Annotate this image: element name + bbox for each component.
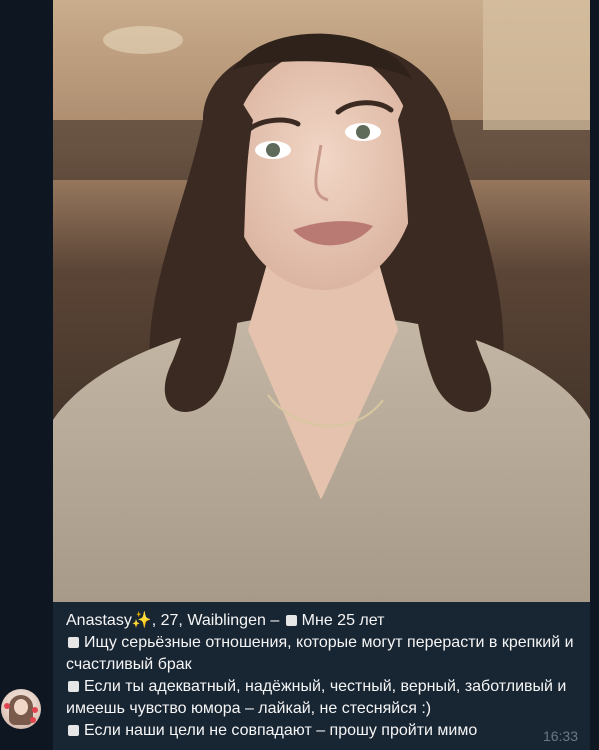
caption-line-3: Если ты адекватный, надёжный, честный, в… xyxy=(66,676,578,720)
message-photo[interactable] xyxy=(53,0,590,602)
caption-item-pass: Если наши цели не совпадают – прошу прой… xyxy=(84,722,478,739)
caption-line-1: Anastasy✨, 27, Waiblingen – Мне 25 лет xyxy=(66,610,578,632)
caption-line-4: Если наши цели не совпадают – прошу прой… xyxy=(66,720,578,742)
caption-line-2: Ищу серьёзные отношения, которые могут п… xyxy=(66,632,578,676)
caption-item-wish: Если ты адекватный, надёжный, честный, в… xyxy=(66,678,567,717)
heart-icon xyxy=(4,703,10,709)
bullet-icon xyxy=(68,637,79,648)
sparkle-icon: ✨ xyxy=(131,612,152,629)
bullet-icon xyxy=(68,681,79,692)
message-caption: Anastasy✨, 27, Waiblingen – Мне 25 лет И… xyxy=(66,610,578,742)
avatar-face xyxy=(14,699,28,715)
portrait-image xyxy=(53,0,590,602)
bullet-icon xyxy=(68,725,79,736)
message-time: 16:33 xyxy=(542,728,578,744)
heart-icon xyxy=(30,717,36,723)
caption-item-goal: Ищу серьёзные отношения, которые могут п… xyxy=(66,634,574,673)
sender-avatar[interactable] xyxy=(1,689,41,729)
bullet-icon xyxy=(285,615,297,626)
heart-icon xyxy=(32,707,38,713)
message-bubble[interactable]: Anastasy✨, 27, Waiblingen – Мне 25 лет И… xyxy=(53,0,590,750)
age-city: , 27, Waiblingen – xyxy=(151,612,280,629)
caption-item-age: Мне 25 лет xyxy=(301,612,385,629)
sender-name: Anastasy xyxy=(66,612,132,629)
chat-view: Anastasy✨, 27, Waiblingen – Мне 25 лет И… xyxy=(0,0,599,750)
